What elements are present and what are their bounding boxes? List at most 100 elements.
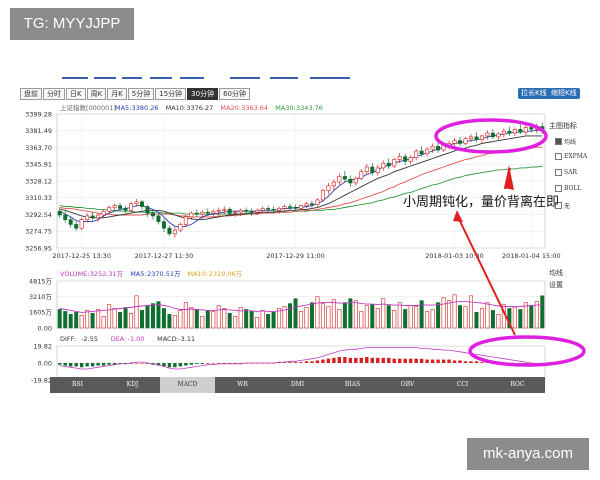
volume-bar bbox=[359, 311, 364, 329]
macd-bar bbox=[387, 357, 391, 363]
period-btn-week[interactable]: 周K bbox=[86, 88, 107, 100]
period-btn-15min[interactable]: 15分钟 bbox=[155, 88, 187, 100]
candle bbox=[392, 159, 397, 167]
period-btn-day[interactable]: 日K bbox=[66, 88, 86, 100]
tab-dmi[interactable]: DMI bbox=[270, 377, 325, 393]
faint-link[interactable] bbox=[150, 77, 172, 79]
macd-bar bbox=[535, 363, 539, 365]
volume-bar bbox=[529, 305, 534, 329]
tab-obv[interactable]: OBV bbox=[380, 377, 435, 393]
candle bbox=[271, 209, 276, 211]
faint-link[interactable] bbox=[122, 77, 142, 79]
macd-bar bbox=[408, 358, 413, 363]
volume-frame bbox=[56, 280, 546, 329]
volume-bar bbox=[85, 310, 90, 329]
candle bbox=[145, 206, 150, 214]
macd-bar bbox=[228, 363, 232, 364]
indicator-sar[interactable]: SAR bbox=[555, 169, 577, 176]
price-x-tick-label: 2017-12-25 13:30 bbox=[52, 252, 111, 260]
macd-y-ticks: 19.82 0.00 -19.82 bbox=[31, 342, 52, 384]
price-y-tick-label: 3328.12 bbox=[25, 177, 52, 185]
price-x-tick-label: 2018-01-04 15:00 bbox=[502, 252, 561, 260]
faint-link[interactable] bbox=[180, 77, 204, 79]
volume-y-tick-label: 1605万 bbox=[29, 309, 53, 317]
price-x-tick-label: 2018-01-03 10:30 bbox=[425, 252, 484, 260]
faint-link[interactable] bbox=[270, 77, 298, 79]
tab-cci[interactable]: CCI bbox=[435, 377, 490, 393]
faint-link[interactable] bbox=[62, 77, 88, 79]
volume-bar bbox=[244, 309, 249, 329]
volume-bar bbox=[178, 310, 183, 329]
price-y-tick-label: 3345.91 bbox=[25, 161, 52, 169]
tab-roc[interactable]: ROC bbox=[490, 377, 545, 393]
candle bbox=[85, 215, 90, 221]
checkbox-icon bbox=[555, 138, 562, 145]
candle bbox=[63, 214, 68, 221]
macd-bar bbox=[69, 363, 73, 367]
volume-bar bbox=[238, 307, 243, 329]
volume-bar bbox=[320, 303, 325, 329]
candle bbox=[183, 216, 188, 225]
highlight-ellipse-price bbox=[434, 118, 548, 154]
volume-bar bbox=[458, 305, 463, 329]
macd-bar bbox=[452, 360, 457, 363]
faint-link[interactable] bbox=[94, 77, 116, 79]
watermark-bottom: mk-anya.com bbox=[467, 438, 589, 470]
period-btn-month[interactable]: 月K bbox=[107, 88, 127, 100]
period-btn-intraday[interactable]: 分时 bbox=[43, 88, 65, 100]
volume-bar bbox=[150, 303, 155, 329]
tab-bias[interactable]: BIAS bbox=[325, 377, 380, 393]
period-btn-premarket[interactable]: 盘前 bbox=[20, 88, 42, 100]
candle bbox=[414, 150, 419, 158]
faint-link[interactable] bbox=[230, 77, 260, 79]
indicator-ma[interactable]: 均线 bbox=[555, 137, 576, 146]
period-btn-30min[interactable]: 30分钟 bbox=[187, 88, 219, 100]
volume-bar bbox=[57, 309, 62, 329]
price-y-tick-label: 3256.95 bbox=[25, 244, 52, 252]
candle bbox=[436, 145, 441, 151]
candle bbox=[134, 201, 139, 205]
annotation-arrow-up-shaft bbox=[504, 167, 511, 190]
period-btn-5min[interactable]: 5分钟 bbox=[127, 88, 155, 100]
price-x-ticks: 2017-12-25 13:30 2017-12-27 11:30 2017-12-… bbox=[52, 252, 560, 260]
checkbox-icon bbox=[555, 153, 562, 160]
tab-macd[interactable]: MACD bbox=[160, 377, 215, 393]
tab-kdj[interactable]: KDJ bbox=[105, 377, 160, 393]
volume-bar bbox=[507, 308, 512, 329]
candle bbox=[266, 208, 271, 210]
volume-bar bbox=[134, 295, 139, 329]
volume-bar bbox=[468, 295, 473, 329]
volume-bar bbox=[74, 312, 79, 329]
volume-bar bbox=[161, 308, 166, 329]
tab-wr[interactable]: WR bbox=[215, 377, 270, 393]
volume-bar bbox=[266, 314, 271, 329]
indicator-expma[interactable]: EXPMA bbox=[555, 153, 587, 160]
volume-settings-link[interactable]: 设置 bbox=[549, 280, 563, 290]
faint-link[interactable] bbox=[310, 77, 350, 79]
macd-bar bbox=[441, 359, 446, 363]
period-btn-60min[interactable]: 60分钟 bbox=[219, 88, 251, 100]
volume-bar bbox=[309, 302, 314, 329]
candle bbox=[129, 203, 134, 211]
tab-rsi[interactable]: RSI bbox=[50, 377, 105, 393]
candle bbox=[238, 209, 243, 213]
volume-bar bbox=[523, 302, 528, 329]
price-legend-value: 3380.26 bbox=[132, 104, 159, 112]
macd-legend: DIFF: -2.55 DEA: -1.00 MACD: -3.11 bbox=[60, 335, 195, 343]
candle bbox=[123, 208, 128, 211]
volume-bar bbox=[63, 311, 68, 329]
candle bbox=[118, 205, 123, 209]
volume-bar bbox=[452, 294, 457, 329]
candle bbox=[386, 162, 391, 167]
candle bbox=[90, 215, 95, 219]
macd-bar bbox=[310, 361, 314, 363]
volume-legend-name: MA5: bbox=[130, 270, 146, 278]
volume-bar bbox=[419, 300, 424, 329]
candle bbox=[277, 208, 282, 211]
shorten-kline-button[interactable]: 缩短K线 bbox=[548, 88, 580, 99]
volume-bar bbox=[447, 300, 452, 329]
candle bbox=[452, 140, 457, 144]
lengthen-kline-button[interactable]: 拉长K线 bbox=[518, 88, 550, 99]
volume-bar bbox=[183, 302, 188, 329]
volume-bar bbox=[189, 307, 194, 329]
